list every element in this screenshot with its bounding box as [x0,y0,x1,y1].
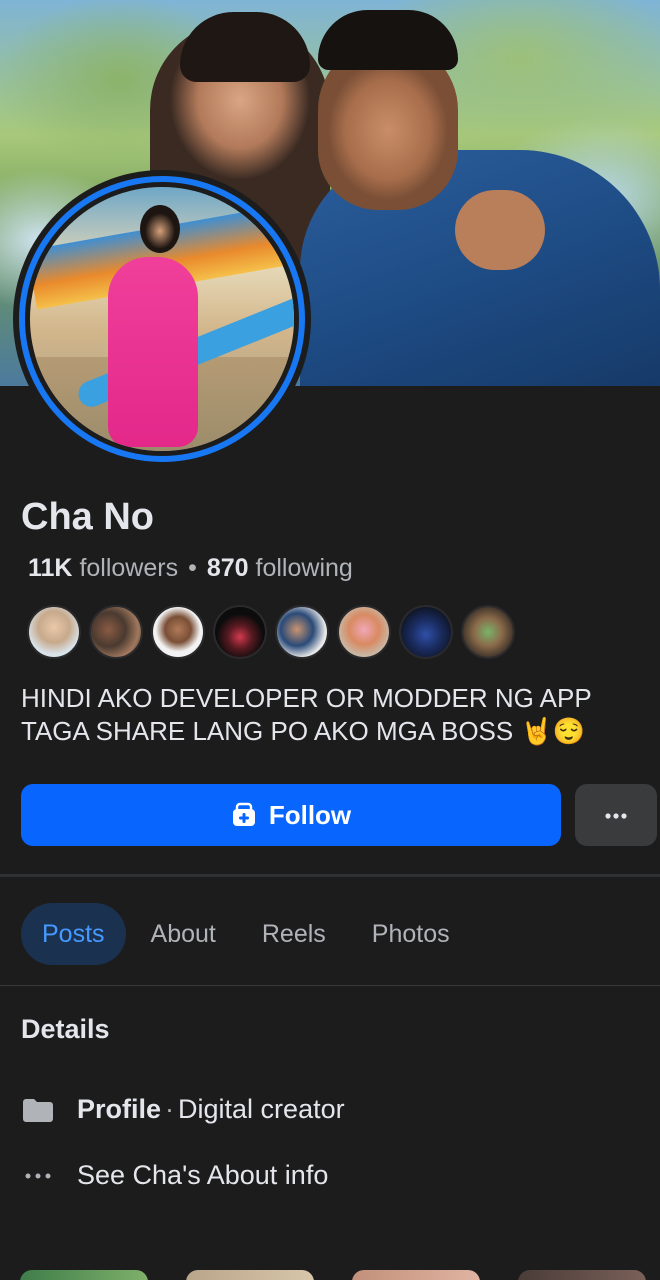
friend-avatar[interactable] [275,605,329,659]
avatar-photo [30,187,294,451]
tab-photos[interactable]: Photos [351,903,471,965]
followers-count: 11K [28,554,73,582]
friend-avatar[interactable] [461,605,515,659]
friend-avatar[interactable] [337,605,391,659]
follow-button[interactable]: Follow [21,784,561,846]
profile-tabs: Posts About Reels Photos [21,903,471,965]
friend-avatar[interactable] [151,605,205,659]
follow-stats: 11K followers • 870 following [28,554,353,583]
add-friend-icon [231,802,257,828]
tabs-divider [0,985,660,986]
featured-thumbnails [0,1270,660,1280]
more-dots-icon [604,808,628,823]
followers-label: followers [79,554,179,582]
following-label: following [255,554,353,582]
detail-profile-row: Profile · Digital creator [21,1094,345,1125]
friend-avatar[interactable] [213,605,267,659]
see-about-info-link[interactable]: See Cha's About info [21,1160,328,1191]
profile-bio: HINDI AKO DEVELOPER OR MODDER NG APP TAG… [21,682,641,748]
section-divider [0,874,660,877]
featured-thumbnail[interactable] [518,1270,646,1280]
following-link[interactable]: 870 following [207,554,353,582]
profile-avatar[interactable] [13,170,311,468]
following-count: 870 [206,554,249,582]
stats-separator: • [188,554,197,582]
tab-about[interactable]: About [130,903,237,965]
follow-label: Follow [268,799,352,830]
featured-thumbnail[interactable] [352,1270,480,1280]
friend-avatar[interactable] [27,605,81,659]
tab-posts[interactable]: Posts [21,903,126,965]
friends-avatars[interactable] [27,605,523,661]
story-ring [19,176,305,462]
friend-avatar[interactable] [89,605,143,659]
ellipsis-icon [21,1161,55,1191]
folder-icon [21,1095,55,1125]
bio-line: TAGA SHARE LANG PO AKO MGA BOSS 🤘😌 [21,716,586,746]
friend-avatar[interactable] [399,605,453,659]
featured-thumbnail[interactable] [186,1270,314,1280]
profile-name: Cha No [21,496,154,538]
see-about-label: See Cha's About info [77,1160,329,1190]
more-options-button[interactable] [575,784,657,846]
tab-reels[interactable]: Reels [241,903,347,965]
featured-thumbnail[interactable] [20,1270,148,1280]
detail-profile-label: Profile [77,1094,162,1124]
details-heading: Details [21,1014,110,1044]
detail-separator: · [165,1094,175,1124]
followers-link[interactable]: 11K followers [28,554,178,582]
bio-line: HINDI AKO DEVELOPER OR MODDER NG APP [21,683,592,713]
detail-profile-category: Digital creator [178,1094,345,1124]
profile-page: Cha No 11K followers • 870 following HINDI… [0,0,660,1280]
